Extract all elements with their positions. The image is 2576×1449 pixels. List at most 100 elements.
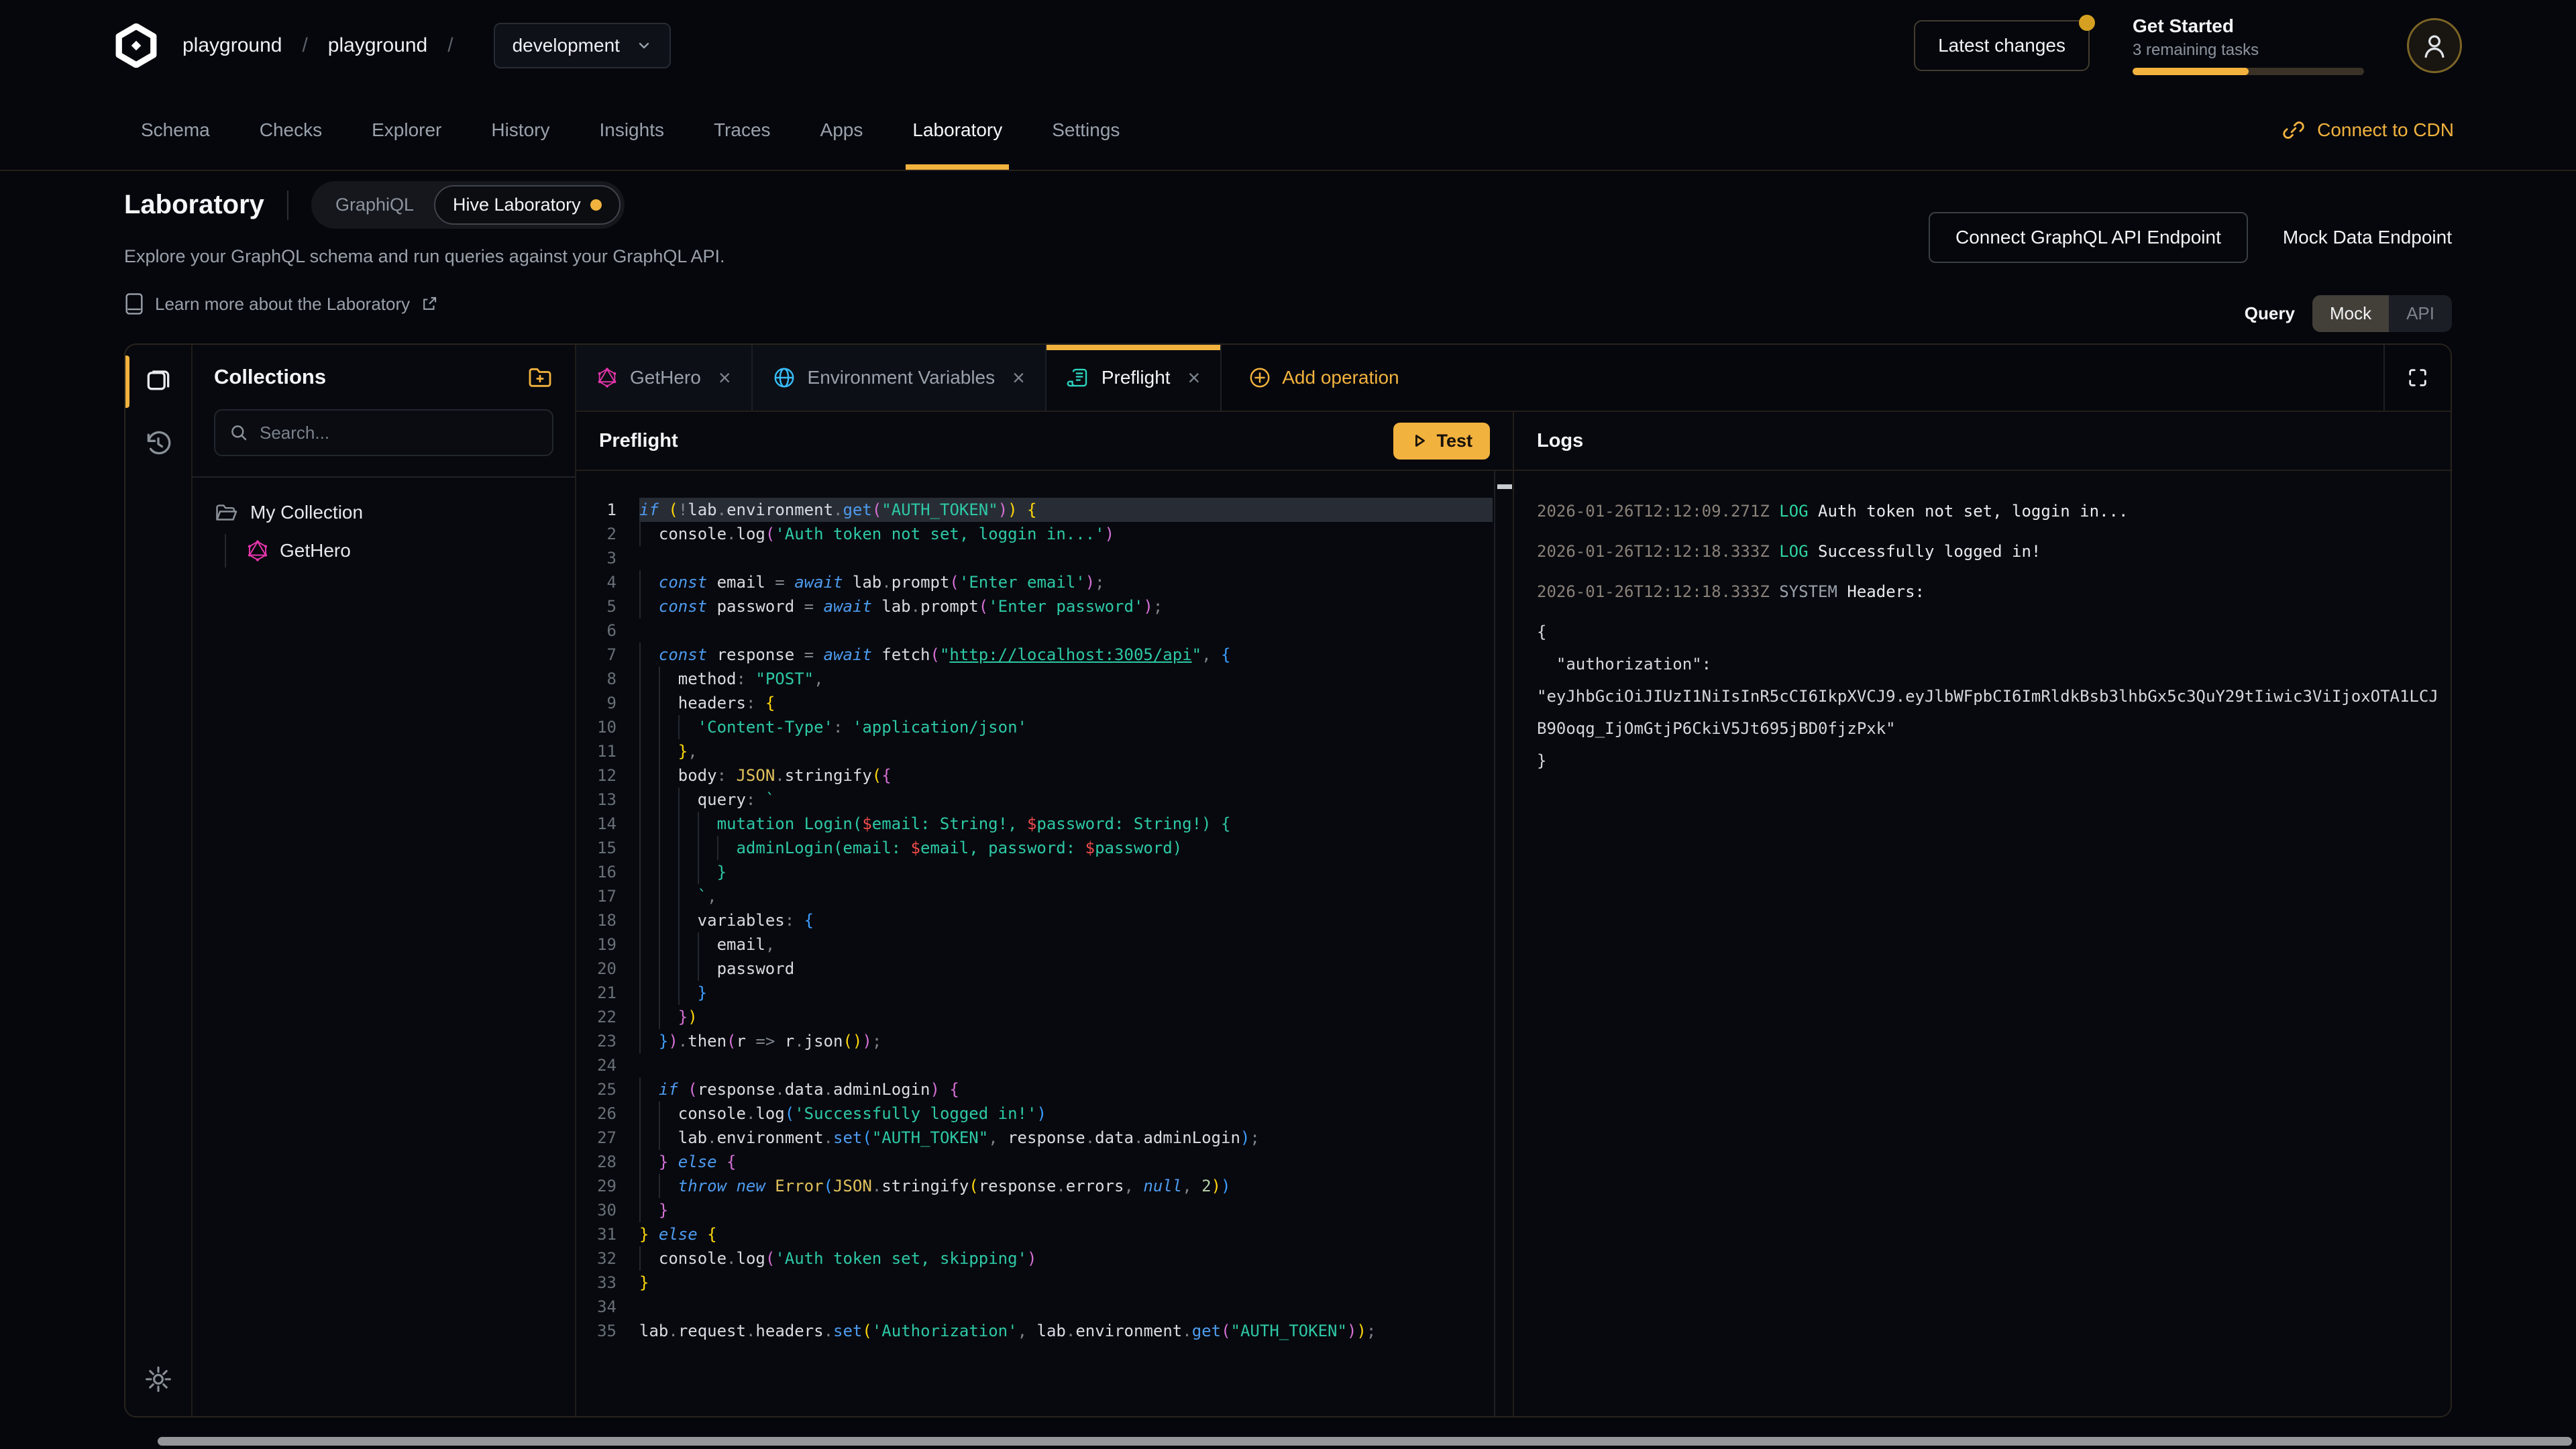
code-line[interactable]: 11}, (576, 739, 1513, 763)
close-tab-icon[interactable]: × (718, 366, 731, 390)
code-line[interactable]: 35lab.request.headers.set('Authorization… (576, 1319, 1513, 1343)
code-line[interactable]: 16} (576, 860, 1513, 884)
code-line[interactable]: 22}) (576, 1005, 1513, 1029)
breadcrumb-project[interactable]: playground (328, 34, 427, 57)
code-line[interactable]: 28} else { (576, 1150, 1513, 1174)
nav-tab-history[interactable]: History (484, 91, 556, 170)
segment-api[interactable]: API (2389, 295, 2452, 332)
code-line[interactable]: 1if (!lab.environment.get("AUTH_TOKEN"))… (576, 498, 1513, 522)
sidebar-rail (125, 345, 193, 1416)
logs-output[interactable]: 2026-01-26T12:12:09.271Z LOG Auth token … (1514, 471, 2451, 1416)
nav-tab-explorer[interactable]: Explorer (365, 91, 448, 170)
user-icon (2420, 31, 2449, 60)
code-line[interactable]: 15adminLogin(email: $email, password: $p… (576, 836, 1513, 860)
code-line[interactable]: 31} else { (576, 1222, 1513, 1246)
settings-rail-button[interactable] (136, 1357, 180, 1401)
folder-open-icon (214, 500, 238, 525)
close-tab-icon[interactable]: × (1012, 366, 1025, 390)
breadcrumb-separator: / (447, 34, 453, 57)
operation-gethero[interactable]: GetHero (246, 534, 553, 568)
code-line[interactable]: 19email, (576, 932, 1513, 957)
nav-tab-apps[interactable]: Apps (814, 91, 870, 170)
mode-graphiql[interactable]: GraphiQL (315, 186, 434, 223)
hive-logo-icon[interactable] (114, 23, 158, 68)
mode-hive-laboratory[interactable]: Hive Laboratory (434, 185, 621, 225)
collections-rail-button[interactable] (136, 357, 180, 401)
tab-preflight[interactable]: Preflight × (1046, 345, 1222, 411)
get-started-subtitle: 3 remaining tasks (2133, 41, 2364, 60)
add-operation-button[interactable]: Add operation (1222, 345, 1426, 411)
code-line[interactable]: 2console.log('Auth token not set, loggin… (576, 522, 1513, 546)
code-line[interactable]: 9headers: { (576, 691, 1513, 715)
code-line[interactable]: 25if (response.data.adminLogin) { (576, 1077, 1513, 1102)
code-line[interactable]: 12body: JSON.stringify({ (576, 763, 1513, 788)
code-line[interactable]: 30} (576, 1198, 1513, 1222)
collections-search[interactable] (214, 409, 553, 456)
log-json-line: "eyJhbGciOiJIUzI1NiIsInR5cCI6IkpXVCJ9.ey… (1537, 680, 2451, 712)
search-icon (229, 423, 249, 443)
code-line[interactable]: 29throw new Error(JSON.stringify(respons… (576, 1174, 1513, 1198)
log-entry: 2026-01-26T12:12:18.333Z SYSTEM Headers: (1537, 576, 2451, 608)
active-rail-indicator (125, 356, 129, 408)
code-line[interactable]: 21} (576, 981, 1513, 1005)
page-header: Laboratory GraphiQL Hive Laboratory Expl… (124, 181, 2452, 342)
history-rail-button[interactable] (136, 421, 180, 466)
search-input[interactable] (260, 423, 539, 443)
fullscreen-button[interactable] (2383, 345, 2451, 411)
breadcrumb-org[interactable]: playground (182, 34, 282, 57)
target-selector[interactable]: development (494, 23, 671, 68)
segment-mock[interactable]: Mock (2312, 295, 2389, 332)
new-collection-button[interactable] (527, 364, 553, 390)
tab-environment-variables[interactable]: Environment Variables × (753, 345, 1046, 411)
code-line[interactable]: 10'Content-Type': 'application/json' (576, 715, 1513, 739)
code-line[interactable]: 14mutation Login($email: String!, $passw… (576, 812, 1513, 836)
code-line[interactable]: 7const response = await fetch("http://lo… (576, 643, 1513, 667)
status-dot (590, 199, 602, 211)
avatar[interactable] (2407, 18, 2462, 73)
code-line[interactable]: 4const email = await lab.prompt('Enter e… (576, 570, 1513, 594)
globe-icon (773, 366, 796, 389)
test-button[interactable]: Test (1393, 423, 1490, 460)
nav-tab-checks[interactable]: Checks (253, 91, 329, 170)
code-line[interactable]: 8method: "POST", (576, 667, 1513, 691)
get-started-widget[interactable]: Get Started 3 remaining tasks (2133, 15, 2364, 75)
code-line[interactable]: 23}).then(r => r.json()); (576, 1029, 1513, 1053)
code-line[interactable]: 18variables: { (576, 908, 1513, 932)
connect-endpoint-button[interactable]: Connect GraphQL API Endpoint (1929, 212, 2248, 263)
code-line[interactable]: 24 (576, 1053, 1513, 1077)
minimap-marker (1497, 484, 1512, 489)
nav-tab-traces[interactable]: Traces (707, 91, 777, 170)
code-line[interactable]: 33} (576, 1271, 1513, 1295)
nav-tab-insights[interactable]: Insights (592, 91, 671, 170)
log-entry: 2026-01-26T12:12:09.271Z LOG Auth token … (1537, 495, 2451, 527)
log-json-line: "authorization": (1537, 648, 2451, 680)
code-editor[interactable]: 1if (!lab.environment.get("AUTH_TOKEN"))… (576, 471, 1513, 1416)
collection-name: My Collection (250, 502, 363, 523)
nav-tab-settings[interactable]: Settings (1045, 91, 1126, 170)
get-started-progressbar (2133, 68, 2364, 75)
code-line[interactable]: 5const password = await lab.prompt('Ente… (576, 594, 1513, 619)
code-line[interactable]: 6 (576, 619, 1513, 643)
code-line[interactable]: 34 (576, 1295, 1513, 1319)
latest-changes-button[interactable]: Latest changes (1914, 20, 2090, 71)
code-line[interactable]: 27lab.environment.set("AUTH_TOKEN", resp… (576, 1126, 1513, 1150)
collections-panel: Collections My Collection GetHero (193, 345, 576, 1416)
code-line[interactable]: 17`, (576, 884, 1513, 908)
get-started-title: Get Started (2133, 15, 2364, 37)
log-json-line: { (1537, 616, 2451, 648)
mock-endpoint-button[interactable]: Mock Data Endpoint (2283, 227, 2452, 248)
code-line[interactable]: 32console.log('Auth token set, skipping'… (576, 1246, 1513, 1271)
nav-tab-laboratory[interactable]: Laboratory (906, 91, 1009, 170)
nav-tab-schema[interactable]: Schema (134, 91, 217, 170)
code-line[interactable]: 26console.log('Successfully logged in!') (576, 1102, 1513, 1126)
collection-folder[interactable]: My Collection (214, 495, 553, 530)
editor-scrollbar[interactable] (1494, 471, 1513, 1416)
code-line[interactable]: 3 (576, 546, 1513, 570)
horizontal-scrollbar[interactable] (158, 1437, 2572, 1446)
code-line[interactable]: 20password (576, 957, 1513, 981)
close-tab-icon[interactable]: × (1188, 366, 1201, 390)
connect-to-cdn-link[interactable]: Connect to CDN (2282, 91, 2454, 170)
tab-gethero[interactable]: GetHero × (576, 345, 753, 411)
plus-circle-icon (1248, 366, 1271, 389)
code-line[interactable]: 13query: ` (576, 788, 1513, 812)
